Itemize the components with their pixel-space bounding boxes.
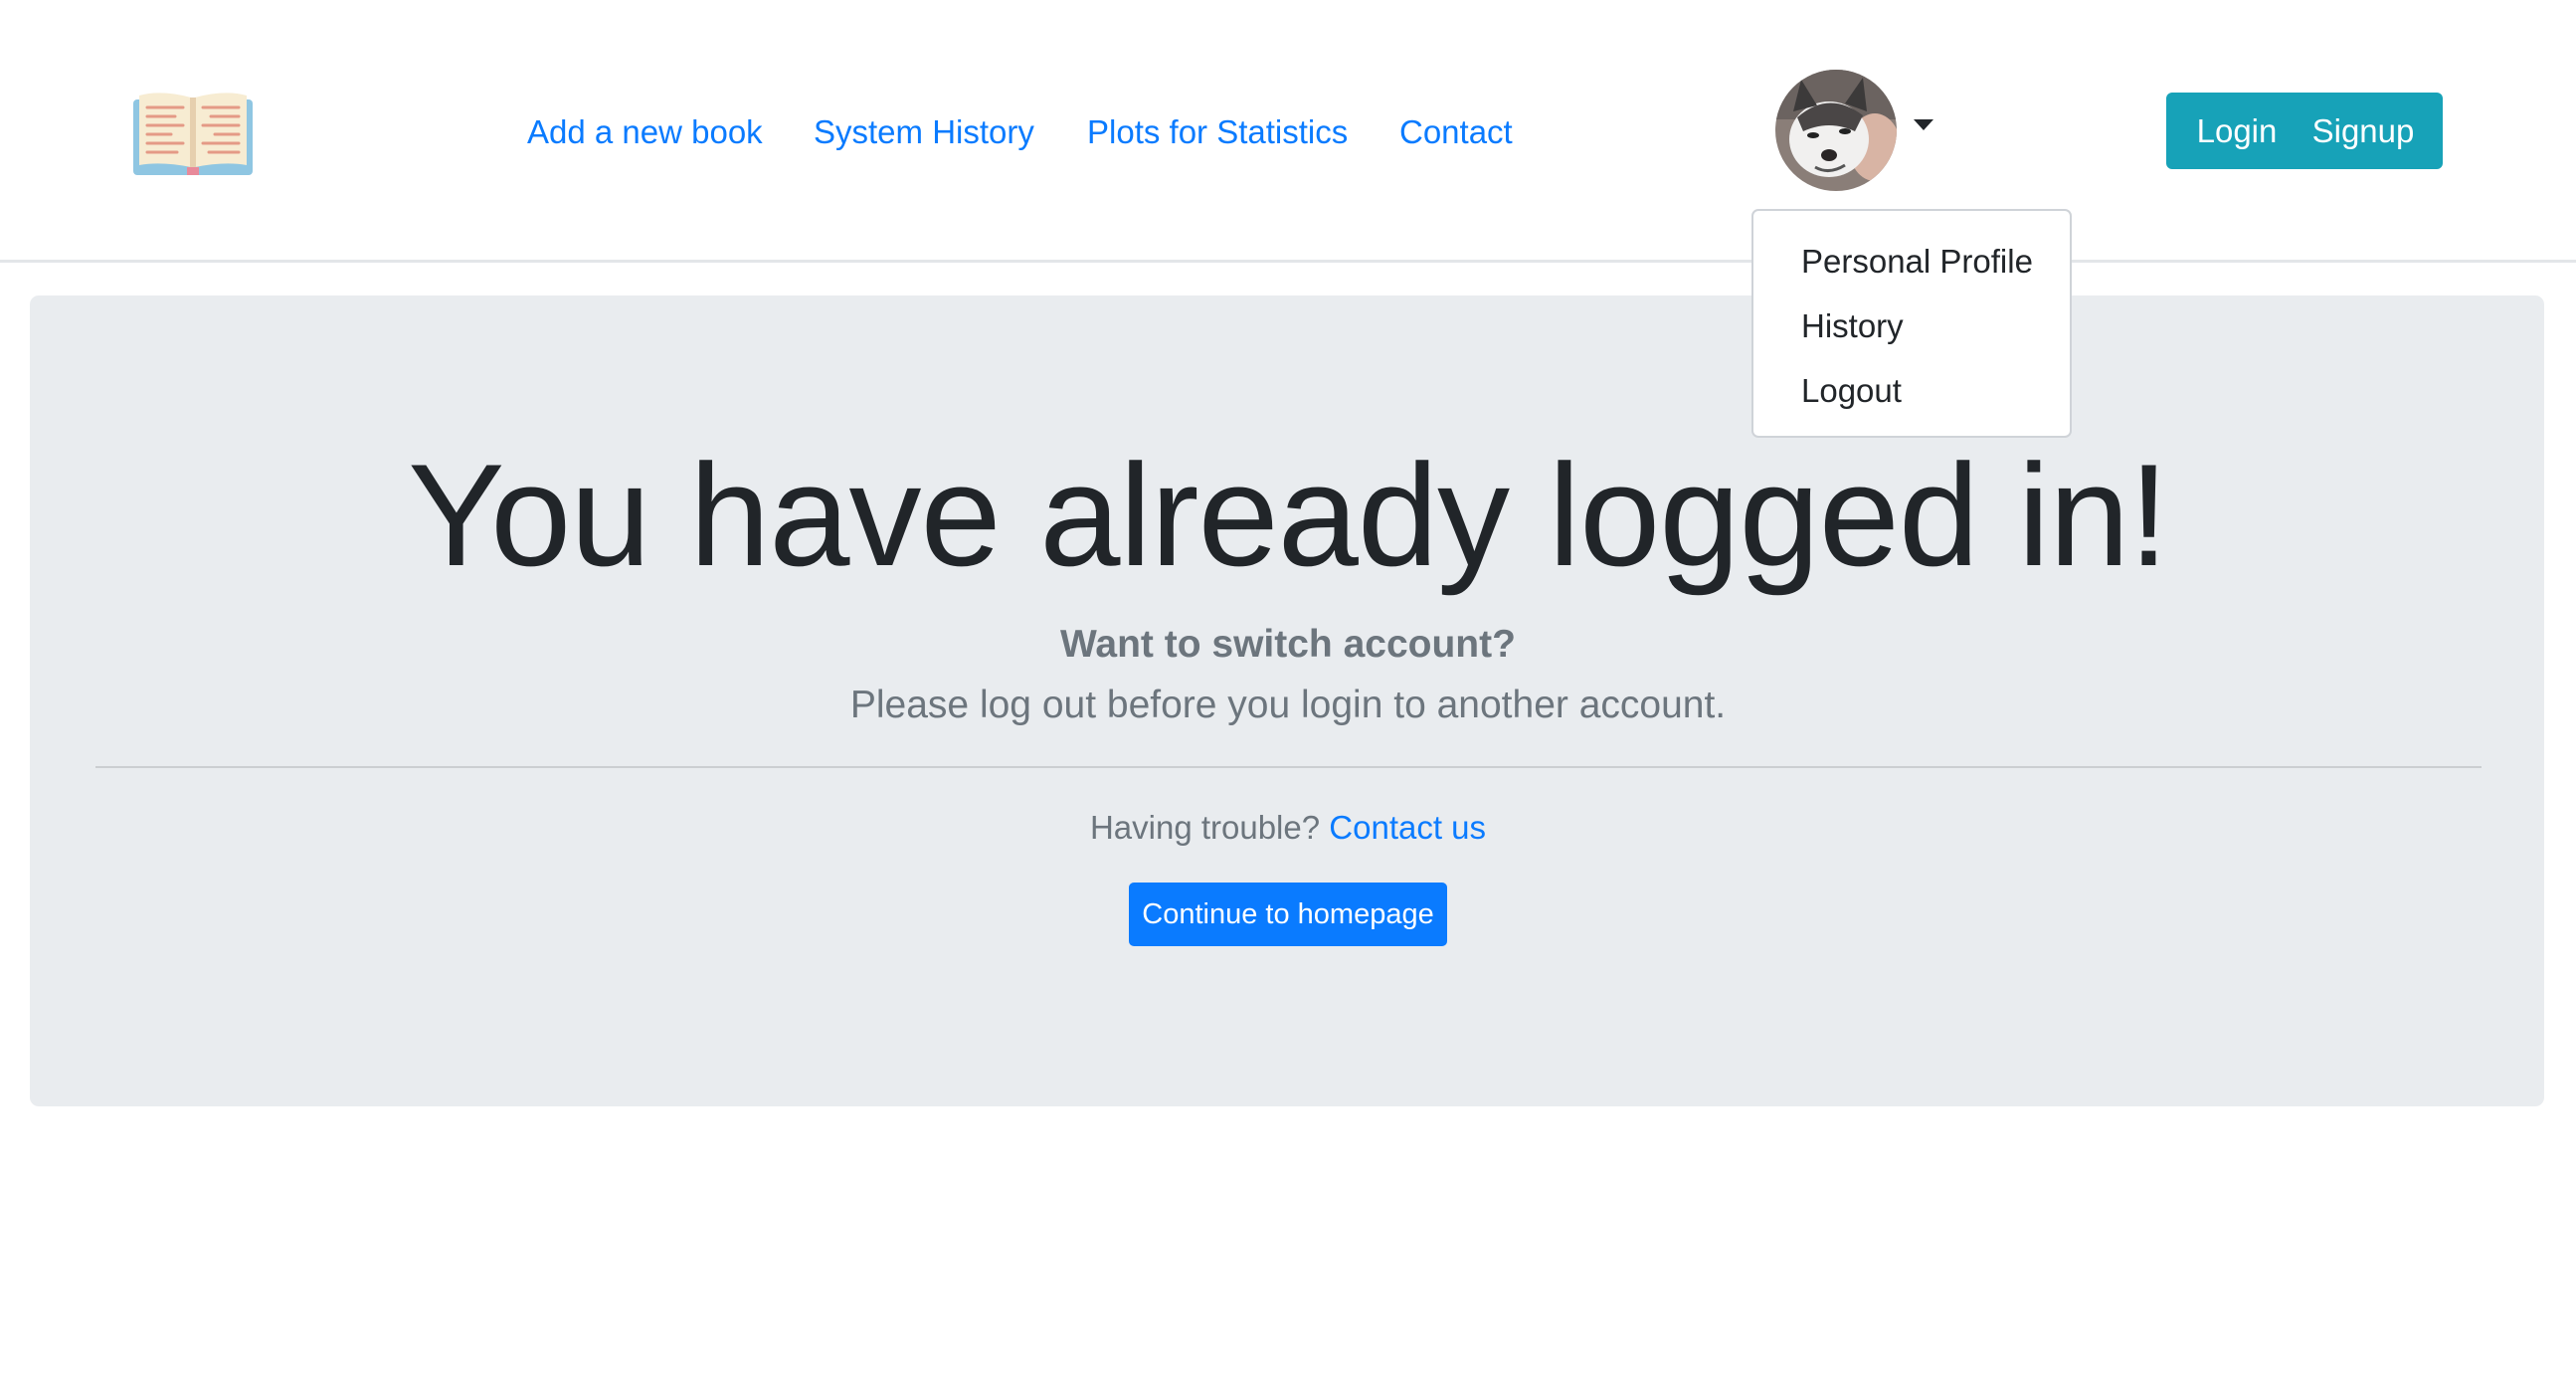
page-title: You have already logged in! [408, 434, 2169, 596]
navbar: Add a new book System History Plots for … [0, 0, 2576, 263]
dropdown-item-logout[interactable]: Logout [1753, 366, 2070, 431]
nav-plots-statistics[interactable]: Plots for Statistics [1087, 107, 1348, 157]
divider [95, 766, 2482, 768]
user-dropdown-menu: Personal Profile History Logout [1751, 209, 2072, 438]
nav-contact[interactable]: Contact [1399, 107, 1513, 157]
nav-system-history[interactable]: System History [814, 107, 1034, 157]
nav-add-book[interactable]: Add a new book [527, 107, 763, 157]
user-avatar[interactable] [1775, 70, 1897, 191]
trouble-text: Having trouble? [1089, 809, 1321, 846]
switch-account-heading: Want to switch account? [1060, 623, 1516, 666]
chevron-down-icon[interactable] [1914, 119, 1933, 130]
continue-homepage-button[interactable]: Continue to homepage [1129, 883, 1447, 946]
trouble-line: Having trouble? Contact us [0, 803, 2576, 853]
signup-button[interactable]: Signup [2296, 93, 2443, 169]
dropdown-item-personal-profile[interactable]: Personal Profile [1753, 237, 2070, 301]
open-book-icon[interactable] [131, 86, 255, 177]
logout-instruction-text: Please log out before you login to anoth… [849, 684, 1727, 726]
login-button[interactable]: Login [2166, 93, 2296, 169]
auth-button-group: Login Signup [2166, 93, 2443, 169]
contact-us-link[interactable]: Contact us [1329, 809, 1486, 846]
dropdown-item-history[interactable]: History [1753, 301, 2070, 366]
